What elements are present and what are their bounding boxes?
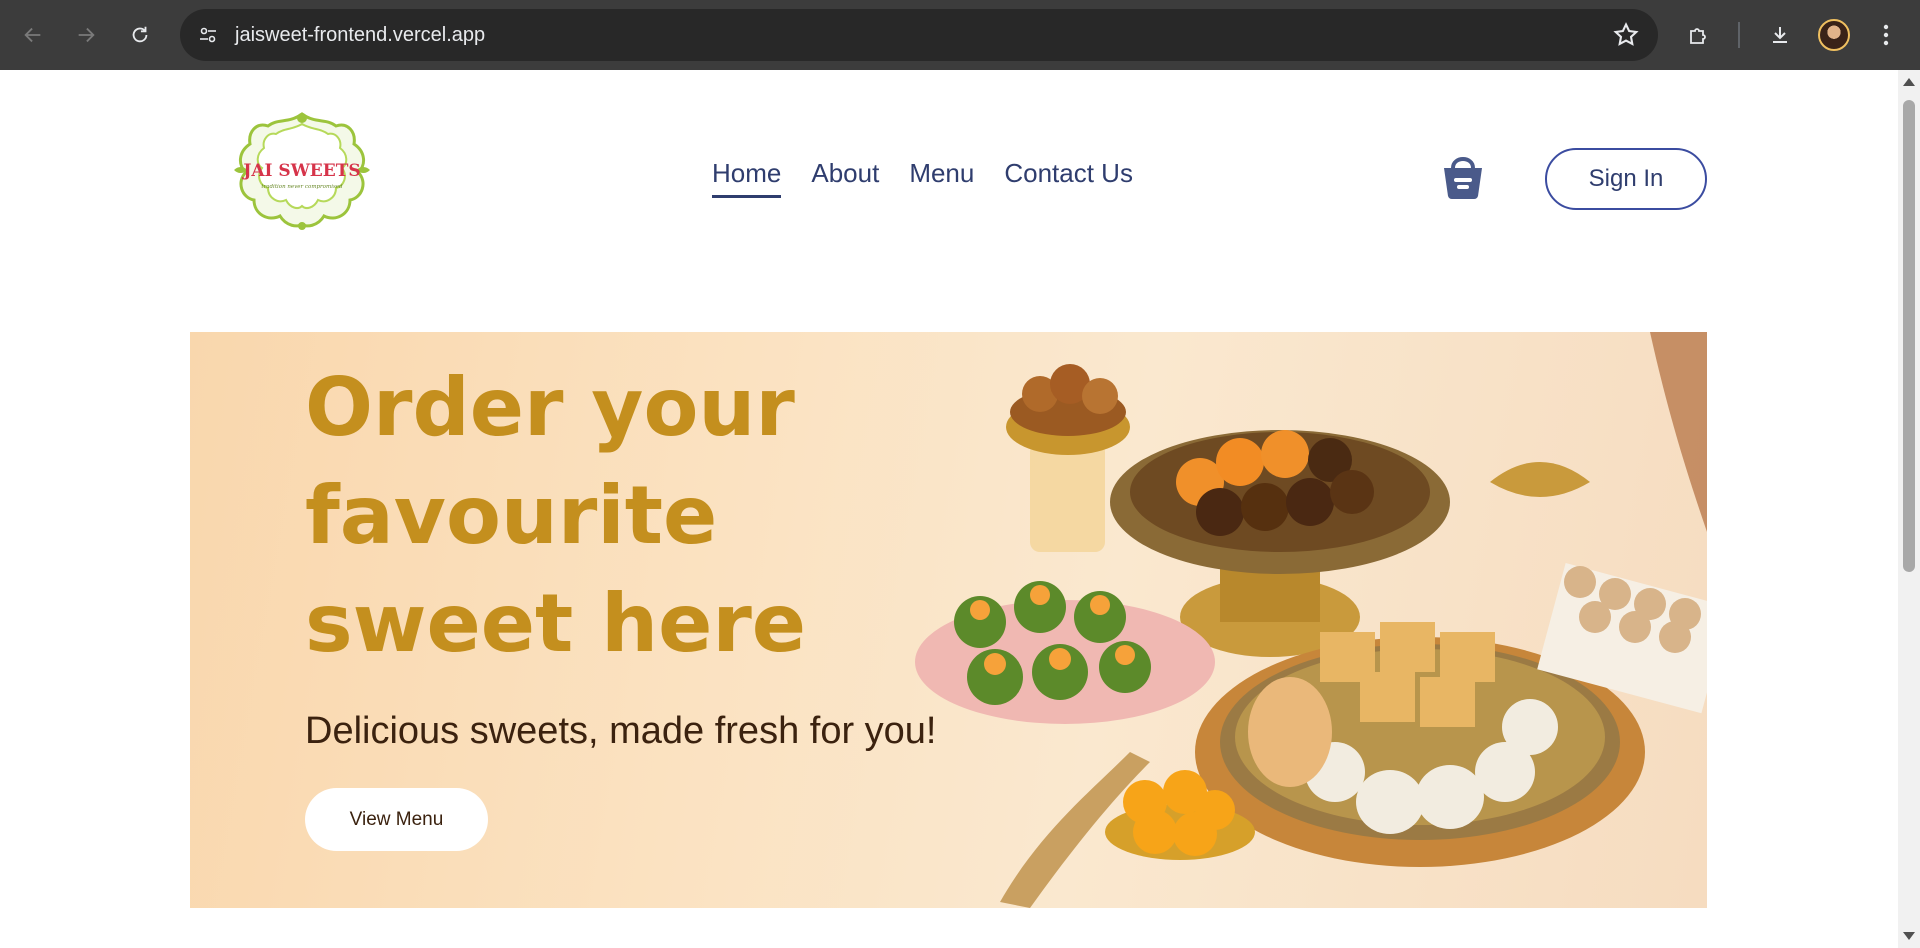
site-info-icon[interactable] [192,19,224,51]
view-menu-button[interactable]: View Menu [305,788,488,851]
url-text[interactable]: jaisweet-frontend.vercel.app [235,9,485,61]
kebab-menu-icon [1883,24,1889,46]
logo-text: JAI SWEETS [241,161,360,181]
forward-button[interactable] [68,17,104,53]
extensions-button[interactable] [1681,17,1717,53]
reload-button[interactable] [122,17,158,53]
forward-arrow-icon [78,27,95,43]
page-viewport: JAI SWEETS tradition never compromised H… [0,70,1898,948]
download-icon [1773,27,1787,43]
profile-avatar[interactable] [1818,19,1850,51]
basket-icon[interactable] [1440,152,1486,200]
address-bar[interactable]: jaisweet-frontend.vercel.app [180,9,1658,61]
scroll-thumb[interactable] [1903,100,1915,572]
browser-toolbar: jaisweet-frontend.vercel.app [0,0,1920,70]
puzzle-icon [1690,28,1706,44]
toolbar-divider [1738,22,1740,48]
sign-in-button[interactable]: Sign In [1545,148,1707,210]
back-button[interactable] [15,17,51,53]
browser-menu-button[interactable] [1868,17,1904,53]
page-scrollbar[interactable] [1898,70,1920,948]
nav-menu[interactable]: Menu [909,158,974,198]
nav-contact-us[interactable]: Contact Us [1004,158,1133,198]
logo-tagline: tradition never compromised [261,184,343,190]
bookmark-star-icon[interactable] [1612,21,1640,49]
reload-icon [132,26,148,43]
nav-home[interactable]: Home [712,158,782,198]
hero-subtitle: Delicious sweets, made fresh for you! [305,710,937,752]
hero-title: Order your favourite sweet here [305,361,807,670]
main-nav: Home About Menu Contact Us [712,158,1133,198]
back-arrow-icon [24,27,41,43]
sweets-platter-image [915,332,1707,908]
downloads-button[interactable] [1762,17,1798,53]
hero-banner: Order your favourite sweet here Deliciou… [190,332,1707,908]
scroll-up-icon[interactable] [1903,78,1915,86]
jai-sweets-logo[interactable]: JAI SWEETS tradition never compromised [228,110,376,232]
scroll-down-icon[interactable] [1903,932,1915,940]
nav-about[interactable]: About [811,158,879,198]
